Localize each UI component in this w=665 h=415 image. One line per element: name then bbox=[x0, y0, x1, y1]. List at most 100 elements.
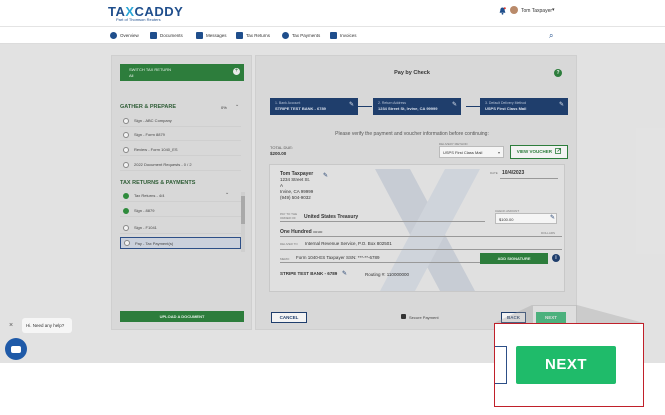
chevron-down-icon: ▾ bbox=[497, 150, 500, 155]
back-button[interactable]: BACK bbox=[501, 312, 526, 323]
page-title: Pay by Check bbox=[394, 70, 430, 76]
task-review-form-1040-es[interactable]: Review - Form 1040_ES bbox=[120, 144, 241, 156]
task-tax-returns[interactable]: Tax Returns - 4/4 bbox=[120, 190, 241, 202]
chat-launcher-button[interactable] bbox=[5, 338, 27, 360]
date-value: 10/4/2023 bbox=[502, 170, 525, 176]
main-nav: Overview Documents Messages Tax Returns … bbox=[0, 26, 665, 44]
task-status-icon bbox=[123, 161, 129, 168]
sidebar-scroll-thumb[interactable] bbox=[241, 196, 245, 224]
delivery-method-select[interactable]: USPS First Class Mail ▾ bbox=[439, 146, 504, 158]
switch-tax-return-button[interactable]: SWITCH TAX RETURN All + bbox=[120, 64, 244, 81]
total-due: TOTAL DUE: $200.00 bbox=[270, 145, 294, 156]
messages-icon bbox=[196, 32, 203, 39]
step-bank-account[interactable]: 1. Bank Account STRIPE TEST BANK - 6789 … bbox=[270, 98, 358, 115]
check-circle-icon bbox=[123, 192, 129, 199]
plus-icon: + bbox=[233, 68, 240, 75]
task-sign-form-8879[interactable]: Sign - Form 8879 bbox=[120, 129, 241, 141]
user-name[interactable]: Tom Taxpayer bbox=[521, 8, 552, 14]
edit-icon[interactable]: ✎ bbox=[559, 102, 564, 108]
payer-address: Tom Taxpayer 1234 Street St. A Irvine, C… bbox=[280, 171, 314, 200]
zoom-callout: NEXT bbox=[494, 323, 644, 407]
task-status-icon bbox=[123, 131, 129, 138]
pay-to-line bbox=[280, 221, 485, 222]
top-header: TAXCADDY Part of Thomson Reuters Tom Tax… bbox=[0, 0, 665, 26]
pay-to-label: PAY TO THE ORDER OF bbox=[280, 212, 298, 220]
deliver-to-value: Internal Revenue Service, P.O. Box 80250… bbox=[305, 241, 392, 246]
nav-messages[interactable]: Messages bbox=[196, 32, 227, 39]
memo-value: Form 1040-ES Taxpayer SSN: ***-**-6789 bbox=[296, 255, 380, 260]
task-status-icon bbox=[123, 146, 129, 153]
documents-icon bbox=[150, 32, 157, 39]
next-button[interactable]: NEXT bbox=[536, 312, 566, 323]
routing-number: Routing #: 110000000 bbox=[365, 272, 409, 277]
tax-payments-icon bbox=[282, 32, 289, 39]
task-pay-tax-payments[interactable]: Pay - Tax Payment(s) bbox=[120, 237, 241, 249]
amount-in-words: One Hundred 00/100 bbox=[280, 229, 323, 235]
nav-invoices[interactable]: Invoices bbox=[330, 32, 357, 39]
nav-tax-returns[interactable]: Tax Returns bbox=[236, 32, 270, 39]
bell-icon[interactable] bbox=[499, 7, 506, 17]
check-amount-field[interactable]: $100.00 bbox=[495, 213, 557, 224]
memo-line bbox=[280, 262, 480, 263]
home-icon bbox=[110, 32, 117, 39]
chat-prompt[interactable]: Hi. Need any help? bbox=[22, 318, 72, 333]
edit-payer-icon[interactable]: ✎ bbox=[323, 172, 328, 179]
nav-overview[interactable]: Overview bbox=[110, 32, 139, 39]
edit-icon[interactable]: ✎ bbox=[452, 102, 457, 108]
step-connector bbox=[466, 106, 480, 107]
zoom-back-button bbox=[495, 346, 507, 384]
help-icon[interactable]: ? bbox=[554, 69, 562, 77]
secure-payment-label: Secure Payment bbox=[409, 315, 439, 320]
task-status-icon bbox=[123, 117, 129, 124]
add-signature-button[interactable]: ADD SIGNATURE bbox=[480, 253, 548, 264]
task-sign-f1041[interactable]: Sign - F1041 bbox=[120, 222, 241, 234]
task-sign-8879[interactable]: Sign - 8879 bbox=[120, 205, 241, 217]
tax-returns-payments-title: TAX RETURNS & PAYMENTS bbox=[120, 180, 196, 186]
task-sidebar: SWITCH TAX RETURN All + GATHER & PREPARE… bbox=[111, 55, 252, 330]
user-avatar[interactable] bbox=[510, 6, 518, 14]
task-status-icon bbox=[123, 224, 129, 231]
words-line bbox=[280, 236, 562, 237]
gather-prepare-title: GATHER & PREPARE bbox=[120, 104, 177, 110]
edit-bank-icon[interactable]: ✎ bbox=[342, 270, 347, 277]
search-icon[interactable]: ⌕ bbox=[549, 31, 553, 41]
check-preview: Tom Taxpayer 1234 Street St. A Irvine, C… bbox=[269, 164, 565, 292]
pay-to-value: United States Treasury bbox=[304, 214, 359, 220]
bank-name: STRIPE TEST BANK - 6789 bbox=[280, 271, 338, 276]
close-chat-icon[interactable]: × bbox=[9, 322, 13, 329]
tax-returns-icon bbox=[236, 32, 243, 39]
task-document-requests[interactable]: 2022 Document Requests - 0 / 2 bbox=[120, 159, 241, 171]
chevron-down-icon[interactable]: ▾ bbox=[552, 7, 555, 13]
gather-percent: 0% bbox=[221, 105, 227, 110]
check-circle-icon bbox=[123, 207, 129, 214]
edit-icon[interactable]: ✎ bbox=[349, 102, 354, 108]
pay-by-check-panel: Pay by Check ? 1. Bank Account STRIPE TE… bbox=[255, 55, 577, 330]
deliver-to-line bbox=[280, 249, 562, 250]
chat-icon bbox=[11, 346, 21, 353]
external-link-icon bbox=[555, 148, 562, 154]
step-return-address[interactable]: 2. Return Address 1234 Street St, Irvine… bbox=[373, 98, 461, 115]
collapse-gather-icon[interactable]: ⌄ bbox=[235, 102, 239, 108]
dollars-label: DOLLARS bbox=[541, 231, 556, 235]
deliver-to-label: DELIVER TO bbox=[280, 242, 298, 246]
invoices-icon bbox=[330, 32, 337, 39]
upload-document-button[interactable]: UPLOAD A DOCUMENT bbox=[120, 311, 244, 322]
info-icon[interactable]: i bbox=[552, 254, 560, 262]
step-connector bbox=[358, 106, 372, 107]
date-line bbox=[500, 178, 558, 179]
logo-tagline: Part of Thomson Reuters bbox=[116, 17, 161, 22]
task-sign-abc-company[interactable]: Sign - ABC Company bbox=[120, 115, 241, 127]
memo-label: MEMO bbox=[280, 257, 290, 261]
zoom-next-button[interactable]: NEXT bbox=[516, 346, 616, 384]
edit-amount-icon[interactable]: ✎ bbox=[550, 214, 555, 221]
nav-tax-payments[interactable]: Tax Payments bbox=[282, 32, 320, 39]
nav-documents[interactable]: Documents bbox=[150, 32, 183, 39]
step-delivery-method[interactable]: 3. Default Delivery Method USPS First Cl… bbox=[480, 98, 568, 115]
date-label: DATE bbox=[490, 171, 498, 175]
verify-instructions: Please verify the payment and voucher in… bbox=[335, 131, 489, 137]
cancel-button[interactable]: CANCEL bbox=[271, 312, 307, 323]
app-page: TAXCADDY Part of Thomson Reuters Tom Tax… bbox=[0, 0, 665, 363]
lock-icon bbox=[401, 314, 406, 319]
view-voucher-button[interactable]: VIEW VOUCHER bbox=[510, 145, 568, 159]
task-status-icon bbox=[124, 240, 130, 246]
